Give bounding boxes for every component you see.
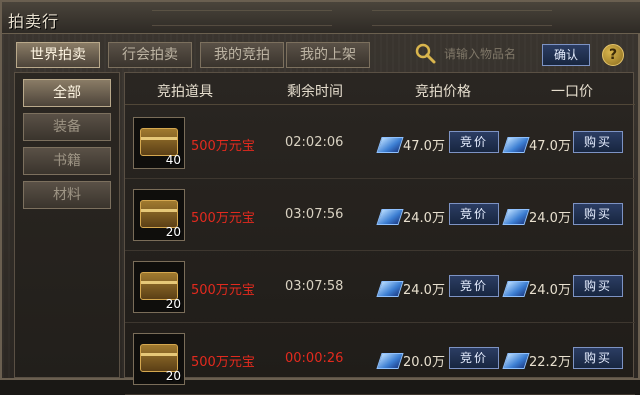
buyout-price: 24.0万 xyxy=(529,283,571,298)
treasure-chest-icon xyxy=(140,272,178,300)
category-sidebar: 全部 装备 书籍 材料 xyxy=(14,72,120,378)
time-left: 00:00:26 xyxy=(285,351,344,366)
gem-currency-icon xyxy=(502,353,530,369)
gem-currency-icon xyxy=(502,209,530,225)
bid-price: 24.0万 xyxy=(403,283,445,298)
buy-button[interactable]: 购买 xyxy=(573,131,623,153)
table-row: 20 500万元宝 03:07:56 24.0万 竞价 24.0万 购买 xyxy=(125,181,635,251)
treasure-chest-icon xyxy=(140,344,178,372)
item-slot[interactable]: 20 xyxy=(133,333,185,385)
title-bar: 拍卖行 xyxy=(2,2,640,34)
toolbar: 世界拍卖 行会拍卖 我的竞拍 我的上架 请输入物品名 确认 ? xyxy=(14,38,632,70)
search-input[interactable]: 请输入物品名 xyxy=(444,45,516,62)
item-quantity: 40 xyxy=(165,153,181,167)
bid-price: 47.0万 xyxy=(403,139,445,154)
time-left: 03:07:56 xyxy=(285,207,344,222)
gem-currency-icon xyxy=(376,209,404,225)
auction-table: 竞拍道具 剩余时间 竞拍价格 一口价 40 500万元宝 02:02:06 47… xyxy=(124,72,635,395)
help-icon[interactable]: ? xyxy=(602,44,624,66)
tab-my-bids[interactable]: 我的竞拍 xyxy=(200,42,284,68)
gem-currency-icon xyxy=(502,281,530,297)
gem-currency-icon xyxy=(376,137,404,153)
item-name: 500万元宝 xyxy=(191,211,255,226)
header-time-left: 剩余时间 xyxy=(287,84,343,100)
category-books[interactable]: 书籍 xyxy=(23,147,111,175)
item-name: 500万元宝 xyxy=(191,139,255,154)
header-buyout-price: 一口价 xyxy=(551,84,593,100)
gem-currency-icon xyxy=(376,353,404,369)
search-icon[interactable] xyxy=(414,42,436,64)
header-bid-price: 竞拍价格 xyxy=(415,84,471,100)
time-left: 03:07:58 xyxy=(285,279,344,294)
item-quantity: 20 xyxy=(165,369,181,383)
bid-price: 24.0万 xyxy=(403,211,445,226)
bid-button[interactable]: 竞价 xyxy=(449,203,499,225)
bid-button[interactable]: 竞价 xyxy=(449,131,499,153)
table-row: 40 500万元宝 02:02:06 47.0万 竞价 47.0万 购买 xyxy=(125,109,635,179)
category-equipment[interactable]: 装备 xyxy=(23,113,111,141)
window-title: 拍卖行 xyxy=(8,12,60,31)
tab-my-listings[interactable]: 我的上架 xyxy=(286,42,370,68)
item-quantity: 20 xyxy=(165,225,181,239)
item-name: 500万元宝 xyxy=(191,355,255,370)
buyout-price: 24.0万 xyxy=(529,211,571,226)
buy-button[interactable]: 购买 xyxy=(573,275,623,297)
table-header: 竞拍道具 剩余时间 竞拍价格 一口价 xyxy=(125,73,635,105)
item-name: 500万元宝 xyxy=(191,283,255,298)
table-row: 20 500万元宝 03:07:58 24.0万 竞价 24.0万 购买 xyxy=(125,253,635,323)
buyout-price: 47.0万 xyxy=(529,139,571,154)
gem-currency-icon xyxy=(376,281,404,297)
buy-button[interactable]: 购买 xyxy=(573,203,623,225)
auction-window: 拍卖行 世界拍卖 行会拍卖 我的竞拍 我的上架 请输入物品名 确认 ? 全部 装… xyxy=(0,0,640,395)
gem-currency-icon xyxy=(502,137,530,153)
treasure-chest-icon xyxy=(140,128,178,156)
confirm-button[interactable]: 确认 xyxy=(542,44,590,66)
treasure-chest-icon xyxy=(140,200,178,228)
time-left: 02:02:06 xyxy=(285,135,344,150)
bid-button[interactable]: 竞价 xyxy=(449,347,499,369)
item-slot[interactable]: 20 xyxy=(133,261,185,313)
item-slot[interactable]: 20 xyxy=(133,189,185,241)
category-all[interactable]: 全部 xyxy=(23,79,111,107)
title-ornament-left xyxy=(152,10,332,26)
item-quantity: 20 xyxy=(165,297,181,311)
bid-price: 20.0万 xyxy=(403,355,445,370)
item-slot[interactable]: 40 xyxy=(133,117,185,169)
tab-guild-auction[interactable]: 行会拍卖 xyxy=(108,42,192,68)
buyout-price: 22.2万 xyxy=(529,355,571,370)
header-item: 竞拍道具 xyxy=(157,84,213,100)
bid-button[interactable]: 竞价 xyxy=(449,275,499,297)
tab-world-auction[interactable]: 世界拍卖 xyxy=(16,42,100,68)
title-ornament-right xyxy=(372,10,552,26)
buy-button[interactable]: 购买 xyxy=(573,347,623,369)
category-materials[interactable]: 材料 xyxy=(23,181,111,209)
table-row: 20 500万元宝 00:00:26 20.0万 竞价 22.2万 购买 xyxy=(125,325,635,395)
